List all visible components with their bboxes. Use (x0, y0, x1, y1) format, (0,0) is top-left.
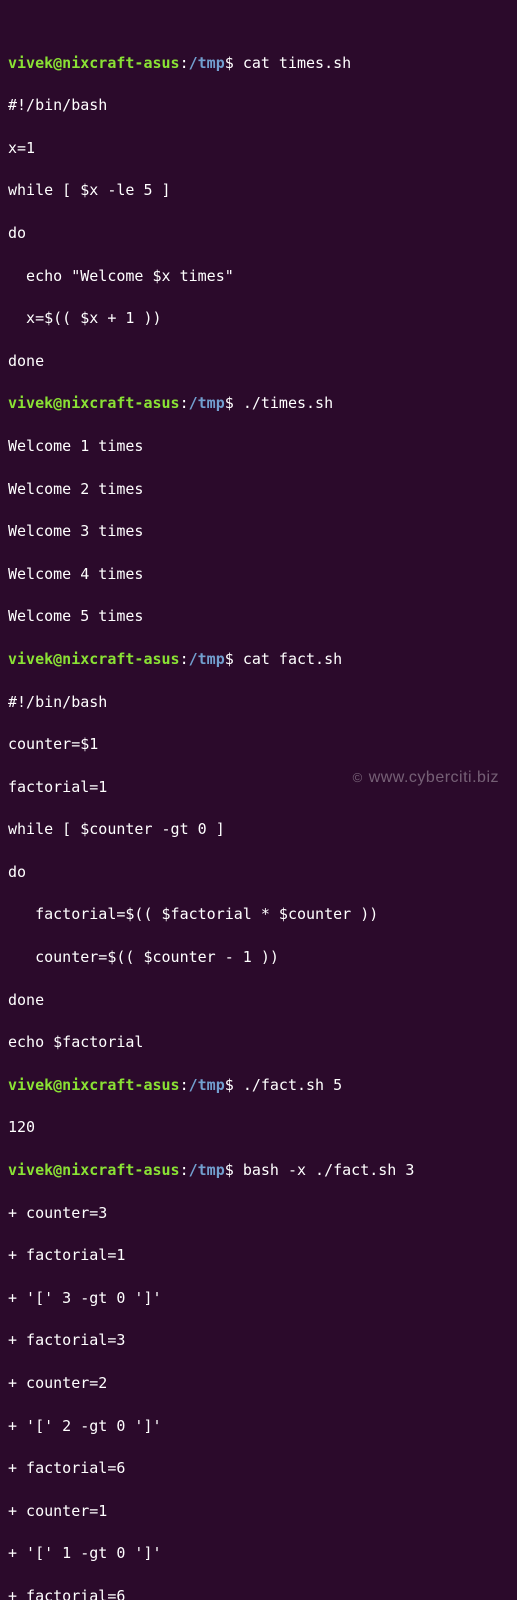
user-host: vivek@nixcraft-asus (8, 1161, 180, 1179)
output-line: while [ $x -le 5 ] (8, 180, 509, 201)
user-host: vivek@nixcraft-asus (8, 1076, 180, 1094)
watermark-text: www.cyberciti.biz (369, 769, 499, 786)
prompt-symbol: $ (225, 54, 234, 72)
path: /tmp (189, 54, 225, 72)
prompt-sep: : (180, 1161, 189, 1179)
prompt-symbol: $ (225, 1076, 234, 1094)
output-line: do (8, 223, 509, 244)
output-line: done (8, 351, 509, 372)
user-host: vivek@nixcraft-asus (8, 650, 180, 668)
path: /tmp (189, 1161, 225, 1179)
output-line: factorial=$(( $factorial * $counter )) (8, 904, 509, 925)
command: ./fact.sh 5 (243, 1076, 342, 1094)
terminal-window[interactable]: vivek@nixcraft-asus:/tmp$ cat times.sh #… (8, 10, 509, 1600)
output-line: #!/bin/bash (8, 692, 509, 713)
prompt-symbol: $ (225, 394, 234, 412)
prompt-sep: : (180, 650, 189, 668)
output-line: + factorial=6 (8, 1458, 509, 1479)
path: /tmp (189, 1076, 225, 1094)
output-line: + factorial=1 (8, 1245, 509, 1266)
prompt-sep: : (180, 394, 189, 412)
output-line: + counter=3 (8, 1203, 509, 1224)
output-line: + counter=2 (8, 1373, 509, 1394)
output-line: x=$(( $x + 1 )) (8, 308, 509, 329)
output-line: Welcome 4 times (8, 564, 509, 585)
output-line: + '[' 3 -gt 0 ']' (8, 1288, 509, 1309)
prompt-line: vivek@nixcraft-asus:/tmp$ cat fact.sh (8, 649, 509, 670)
command: cat times.sh (243, 54, 351, 72)
command: ./times.sh (243, 394, 333, 412)
output-line: while [ $counter -gt 0 ] (8, 819, 509, 840)
prompt-line: vivek@nixcraft-asus:/tmp$ ./times.sh (8, 393, 509, 414)
prompt-line: vivek@nixcraft-asus:/tmp$ cat times.sh (8, 53, 509, 74)
output-line: counter=$(( $counter - 1 )) (8, 947, 509, 968)
user-host: vivek@nixcraft-asus (8, 394, 180, 412)
copyright-icon: © (353, 770, 363, 785)
prompt-line: vivek@nixcraft-asus:/tmp$ ./fact.sh 5 (8, 1075, 509, 1096)
output-line: + '[' 1 -gt 0 ']' (8, 1543, 509, 1564)
output-line: x=1 (8, 138, 509, 159)
prompt-line: vivek@nixcraft-asus:/tmp$ bash -x ./fact… (8, 1160, 509, 1181)
output-line: + '[' 2 -gt 0 ']' (8, 1416, 509, 1437)
prompt-sep: : (180, 54, 189, 72)
command: bash -x ./fact.sh 3 (243, 1161, 415, 1179)
output-line: #!/bin/bash (8, 95, 509, 116)
path: /tmp (189, 394, 225, 412)
output-line: 120 (8, 1117, 509, 1138)
output-line: echo "Welcome $x times" (8, 266, 509, 287)
command: cat fact.sh (243, 650, 342, 668)
user-host: vivek@nixcraft-asus (8, 54, 180, 72)
path: /tmp (189, 650, 225, 668)
output-line: counter=$1 (8, 734, 509, 755)
output-line: Welcome 1 times (8, 436, 509, 457)
prompt-symbol: $ (225, 1161, 234, 1179)
output-line: Welcome 5 times (8, 606, 509, 627)
prompt-sep: : (180, 1076, 189, 1094)
output-line: + factorial=3 (8, 1330, 509, 1351)
output-line: + counter=1 (8, 1501, 509, 1522)
prompt-symbol: $ (225, 650, 234, 668)
output-line: done (8, 990, 509, 1011)
output-line: Welcome 2 times (8, 479, 509, 500)
output-line: echo $factorial (8, 1032, 509, 1053)
watermark: © www.cyberciti.biz (353, 767, 499, 790)
output-line: do (8, 862, 509, 883)
output-line: Welcome 3 times (8, 521, 509, 542)
output-line: + factorial=6 (8, 1586, 509, 1600)
